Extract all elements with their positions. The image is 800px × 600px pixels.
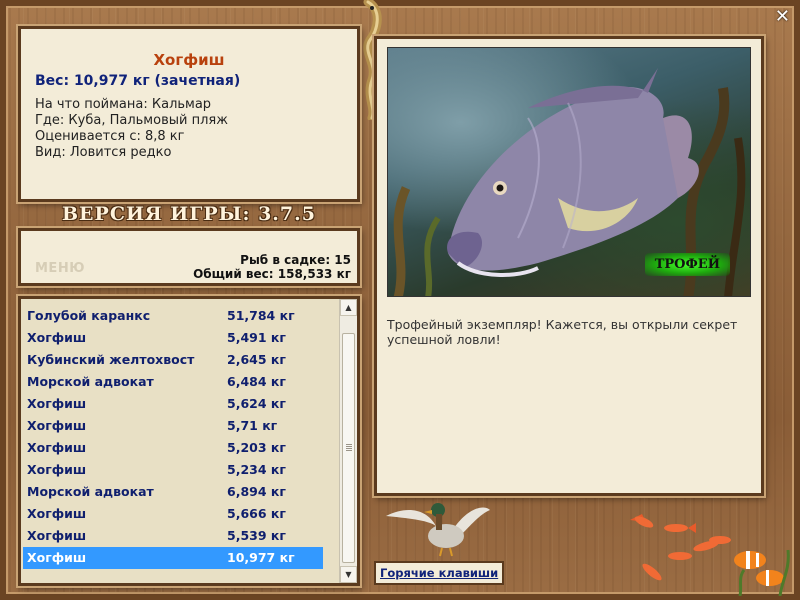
catch-list-item[interactable]: Хогфиш 5,666 кг <box>23 503 323 525</box>
catch-list-item[interactable]: Хогфиш 5,624 кг <box>23 393 323 415</box>
cage-count: Рыб в садке: 15 <box>240 253 351 267</box>
catch-list-item[interactable]: Морской адвокат 6,894 кг <box>23 481 323 503</box>
catch-item-weight: 51,784 кг <box>227 308 295 323</box>
catch-item-weight: 5,203 кг <box>227 440 286 455</box>
catch-item-weight: 5,539 кг <box>227 528 286 543</box>
scroll-grip-icon <box>346 444 352 451</box>
catch-list-item[interactable]: Голубой каранкс 51,784 кг <box>23 305 323 327</box>
status-panel: МЕНЮ Рыб в садке: 15 Общий вес: 158,533 … <box>18 228 360 286</box>
catch-item-name: Хогфиш <box>27 506 87 521</box>
catch-item-weight: 5,234 кг <box>227 462 286 477</box>
catch-item-name: Хогфиш <box>27 462 87 477</box>
catch-item-weight: 5,491 кг <box>227 330 286 345</box>
catch-list-panel: Голубой каранкс 51,784 кг Хогфиш 5,491 кг Ку… <box>18 296 360 586</box>
catch-item-name: Хогфиш <box>27 550 87 565</box>
catch-item-name: Морской адвокат <box>27 374 154 389</box>
catch-item-weight: 5,666 кг <box>227 506 286 521</box>
fish-rarity: Вид: Ловится редко <box>35 145 172 160</box>
catch-item-name: Хогфиш <box>27 528 87 543</box>
fish-info-panel: Хогфиш Вес: 10,977 кг (зачетная) На что … <box>18 26 360 202</box>
catch-list[interactable]: Голубой каранкс 51,784 кг Хогфиш 5,491 кг Ку… <box>21 299 343 583</box>
catch-item-name: Кубинский желтохвост <box>27 352 195 367</box>
scroll-thumb[interactable] <box>342 333 355 563</box>
fish-decoration <box>630 514 790 596</box>
catch-item-name: Хогфиш <box>27 440 87 455</box>
scroll-down-button[interactable]: ▼ <box>340 566 357 583</box>
fish-description: Трофейный экземпляр! Кажется, вы открыли… <box>387 317 738 347</box>
catch-item-name: Голубой каранкс <box>27 308 151 323</box>
fish-score: Оценивается с: 8,8 кг <box>35 129 185 144</box>
close-icon[interactable]: ✕ <box>775 6 790 27</box>
hotkeys-link[interactable]: Горячие клавиши <box>374 561 505 585</box>
catch-item-weight: 5,624 кг <box>227 396 286 411</box>
catch-item-name: Хогфиш <box>27 418 87 433</box>
duck-decoration <box>386 503 490 557</box>
catch-item-weight: 5,71 кг <box>227 418 278 433</box>
catch-list-item[interactable]: Хогфиш 5,491 кг <box>23 327 323 349</box>
catch-item-name: Хогфиш <box>27 396 87 411</box>
scrollbar[interactable]: ▲ ▼ <box>339 299 357 583</box>
catch-list-item[interactable]: Хогфиш 5,203 кг <box>23 437 323 459</box>
fish-name: Хогфиш <box>153 51 225 69</box>
catch-list-item[interactable]: Хогфиш 5,234 кг <box>23 459 323 481</box>
catch-list-item[interactable]: Морской адвокат 6,484 кг <box>23 371 323 393</box>
catch-item-weight: 2,645 кг <box>227 352 286 367</box>
catch-list-item[interactable]: Кубинский желтохвост 2,645 кг <box>23 349 323 371</box>
fish-location: Где: Куба, Пальмовый пляж <box>35 113 228 128</box>
catch-item-weight: 6,484 кг <box>227 374 286 389</box>
fish-bait: На что поймана: Кальмар <box>35 97 212 112</box>
fish-weight: Вес: 10,977 кг (зачетная) <box>35 73 241 89</box>
catch-item-name: Морской адвокат <box>27 484 154 499</box>
total-weight: Общий вес: 158,533 кг <box>193 267 351 281</box>
catch-list-item[interactable]: Хогфиш 5,71 кг <box>23 415 323 437</box>
trophy-badge: ТРОФЕЙ <box>644 253 730 276</box>
game-version: ВЕРСИЯ ИГРЫ: 3.7.5 <box>62 203 316 225</box>
catch-list-item[interactable]: Хогфиш 10,977 кг <box>23 547 323 569</box>
catch-list-item[interactable]: Хогфиш 5,539 кг <box>23 525 323 547</box>
catch-item-weight: 10,977 кг <box>227 550 295 565</box>
catch-item-weight: 6,894 кг <box>227 484 286 499</box>
fish-detail-panel: ТРОФЕЙ Трофейный экземпляр! Кажется, вы … <box>374 36 764 496</box>
scroll-up-button[interactable]: ▲ <box>340 299 357 316</box>
menu-button[interactable]: МЕНЮ <box>35 261 85 276</box>
fish-photo: ТРОФЕЙ <box>387 47 751 297</box>
catch-item-name: Хогфиш <box>27 330 87 345</box>
